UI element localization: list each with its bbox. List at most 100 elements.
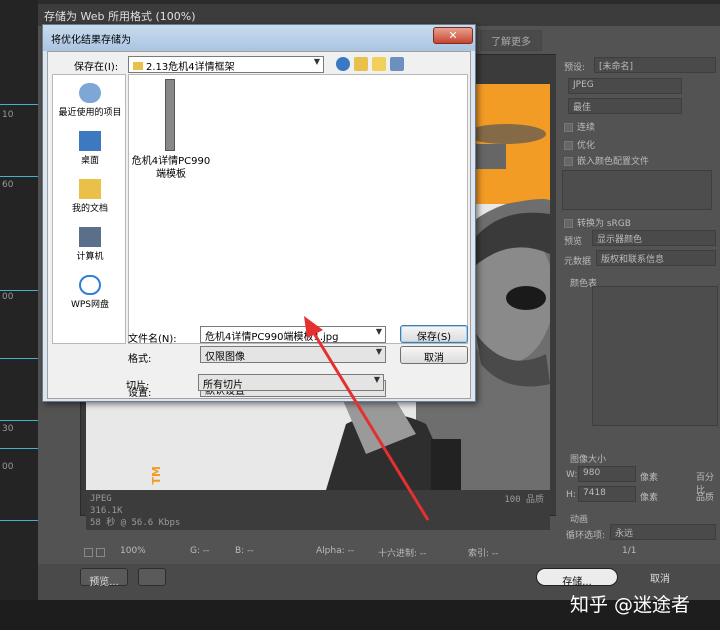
tm-mark: TM — [150, 466, 163, 485]
px-unit: 像素 — [640, 473, 659, 483]
width-input[interactable]: 980 — [578, 466, 636, 482]
loop-select[interactable]: 永远 — [610, 524, 716, 540]
progressive-label: 连续 — [577, 123, 596, 133]
quality-select[interactable]: 最佳 — [568, 98, 682, 114]
zoom-in-icon[interactable] — [96, 548, 105, 557]
checkbox[interactable] — [564, 123, 573, 132]
slices-select[interactable]: 所有切片 ▼ — [198, 374, 384, 391]
dialog-title: 将优化结果存储为 — [51, 35, 131, 46]
index-readout: 索引: -- — [468, 549, 499, 559]
convert-srgb-label: 转换为 sRGB — [577, 219, 631, 229]
place-label: 计算机 — [76, 252, 104, 262]
checkbox[interactable] — [564, 141, 573, 150]
sfw-title-bar: 存储为 Web 所用格式 (100%) — [38, 4, 720, 26]
info-format: JPEG — [90, 494, 112, 504]
embed-profile-label: 嵌入颜色配置文件 — [577, 157, 650, 167]
file-thumbnail[interactable] — [165, 79, 175, 151]
computer-icon — [79, 227, 101, 247]
browser-preview-icon[interactable] — [138, 568, 166, 586]
learn-more-button[interactable]: 了解更多 — [480, 30, 542, 51]
zoom-select[interactable]: 100% — [120, 546, 146, 556]
embed-profile-option[interactable]: 嵌入颜色配置文件 — [564, 154, 649, 167]
guide-line — [0, 176, 38, 177]
height-input[interactable]: 7418 — [578, 486, 636, 502]
quality-label: 品质 — [696, 493, 715, 503]
place-label: 我的文档 — [71, 204, 108, 214]
info-quality: 100 品质 — [504, 495, 544, 505]
place-recent[interactable]: 最近使用的项目 — [53, 83, 127, 118]
metadata-select[interactable]: 版权和联系信息 — [596, 250, 716, 266]
info-time: 58 秒 @ 56.6 Kbps — [90, 518, 181, 528]
save-button[interactable]: 保存(S) — [400, 325, 468, 343]
progressive-option[interactable]: 连续 — [564, 120, 595, 133]
folder-select[interactable]: 2.13危机4详情框架 ▼ — [128, 56, 324, 73]
sfw-save-button[interactable]: 存储... — [536, 568, 618, 588]
cloud-icon — [79, 275, 101, 295]
optimized-option[interactable]: 优化 — [564, 138, 595, 151]
file-list[interactable]: 危机4详情PC990端模板 — [128, 74, 468, 344]
animation-label: 动画 — [570, 515, 589, 525]
save-dialog: 将优化结果存储为 ✕ 保存在(I): 2.13危机4详情框架 ▼ 最近使用的项目 … — [42, 24, 476, 402]
guide-line — [0, 290, 38, 291]
place-desktop[interactable]: 桌面 — [53, 131, 127, 166]
ps-left-strip — [0, 0, 38, 630]
preset-select[interactable]: [未命名] — [594, 57, 716, 73]
zhihu-watermark: 知乎 @迷途者 — [570, 594, 691, 616]
file-name-label: 文件名(N): — [128, 334, 177, 345]
preview-button[interactable]: 预览... — [80, 568, 128, 588]
status-bar: 100% G: -- B: -- Alpha: -- 十六进制: -- 索引: … — [80, 542, 558, 562]
window-title: 存储为 Web 所用格式 (100%) — [44, 10, 196, 23]
convert-srgb-option[interactable]: 转换为 sRGB — [564, 216, 631, 229]
file-name-input[interactable]: 危机4详情PC990端模板1.jpg ▼ — [200, 326, 386, 343]
places-bar: 最近使用的项目 桌面 我的文档 计算机 WPS网盘 — [52, 74, 126, 344]
settings-panel: 预设: [未命名] JPEG 最佳 连续 优化 嵌入颜色配置文件 转换为 sRG… — [556, 54, 720, 560]
preview-info: JPEG 316.1K 58 秒 @ 56.6 Kbps 100 品质 — [86, 490, 550, 530]
chevron-down-icon: ▼ — [373, 375, 380, 384]
guide-line — [0, 448, 38, 449]
sfw-cancel-button[interactable]: 取消 — [650, 570, 670, 585]
up-folder-icon[interactable] — [354, 57, 368, 71]
loop-label: 循环选项: — [566, 531, 606, 541]
checkbox[interactable] — [564, 157, 573, 166]
place-label: 桌面 — [80, 156, 99, 166]
format-select[interactable]: 仅限图像 ▼ — [200, 346, 386, 363]
preset-label: 预设: — [564, 63, 586, 73]
dialog-title-bar: 将优化结果存储为 — [43, 25, 475, 51]
guide-label: 30 — [2, 424, 14, 434]
chevron-down-icon: ▼ — [313, 57, 320, 66]
options-box — [562, 170, 712, 210]
optimized-label: 优化 — [577, 141, 596, 151]
view-menu-icon[interactable] — [390, 57, 404, 71]
recent-icon — [79, 83, 101, 103]
folder-name: 2.13危机4详情框架 — [146, 62, 235, 73]
place-computer[interactable]: 计算机 — [53, 227, 127, 262]
folder-icon — [133, 62, 143, 70]
back-icon[interactable] — [336, 57, 350, 71]
color-table — [592, 286, 718, 426]
documents-icon — [79, 179, 101, 199]
checkbox[interactable] — [564, 219, 573, 228]
b-readout: B: -- — [235, 546, 254, 556]
new-folder-icon[interactable] — [372, 57, 386, 71]
guide-line — [0, 358, 38, 359]
preview-select[interactable]: 显示器颜色 — [592, 230, 716, 246]
zoom-out-icon[interactable] — [84, 548, 93, 557]
guide-line — [0, 104, 38, 105]
frame-counter: 1/1 — [622, 546, 637, 556]
cancel-button[interactable]: 取消 — [400, 346, 468, 364]
format-label: 格式: — [128, 354, 152, 365]
alpha-readout: Alpha: -- — [316, 546, 354, 556]
w-label: W: — [566, 470, 578, 480]
dialog-content: 保存在(I): 2.13危机4详情框架 ▼ 最近使用的项目 桌面 我的文档 计算机 — [47, 51, 471, 399]
guide-label: 60 — [2, 180, 14, 190]
format-select[interactable]: JPEG — [568, 78, 682, 94]
file-item-name[interactable]: 危机4详情PC990端模板 — [131, 155, 211, 181]
guide-line — [0, 420, 38, 421]
image-size-label: 图像大小 — [570, 455, 607, 465]
file-name-value: 危机4详情PC990端模板1.jpg — [205, 332, 339, 343]
place-documents[interactable]: 我的文档 — [53, 179, 127, 214]
close-button[interactable]: ✕ — [433, 27, 473, 44]
chevron-down-icon: ▼ — [375, 347, 382, 356]
place-wps-cloud[interactable]: WPS网盘 — [53, 275, 127, 310]
guide-line — [0, 520, 38, 521]
